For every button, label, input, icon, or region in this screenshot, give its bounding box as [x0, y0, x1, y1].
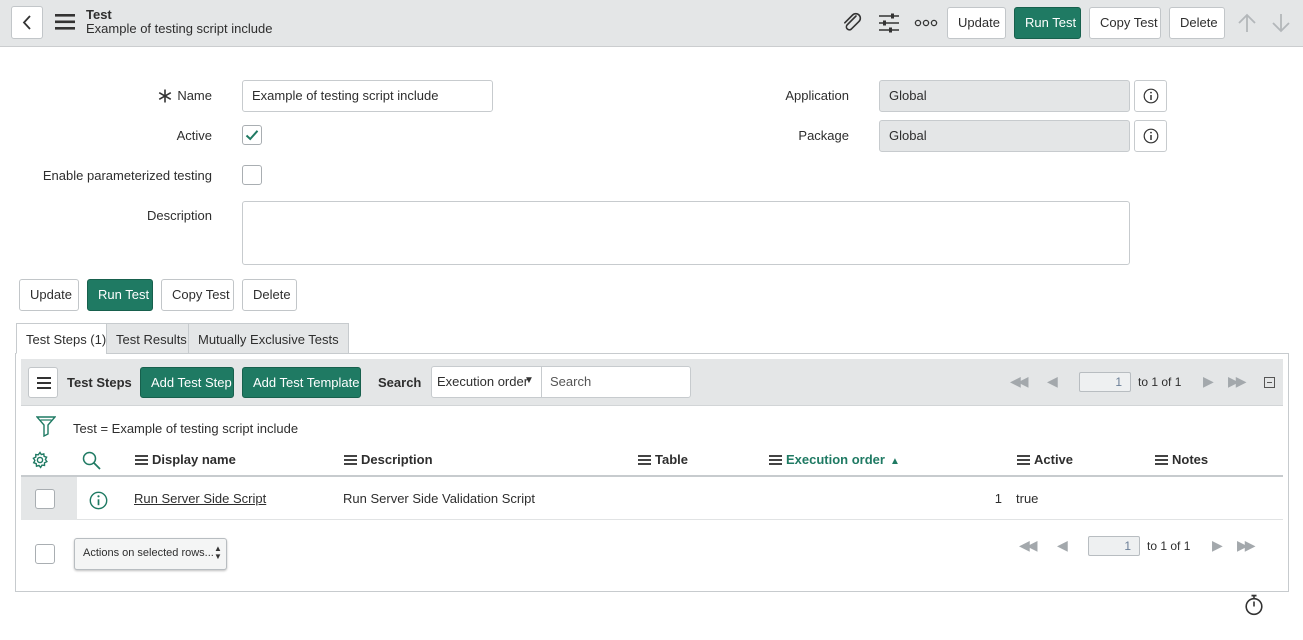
- previous-page-icon[interactable]: ◀: [1047, 373, 1058, 390]
- footer-first-page-icon[interactable]: ◀◀: [1019, 537, 1037, 554]
- package-info-button[interactable]: [1134, 120, 1167, 152]
- active-label: Active: [176, 128, 212, 143]
- column-menu-icon[interactable]: [135, 455, 148, 465]
- select-all-checkbox[interactable]: [35, 544, 55, 564]
- attachment-icon[interactable]: [840, 11, 864, 35]
- arrow-up-icon[interactable]: [1236, 12, 1258, 34]
- package-label: Package: [798, 128, 849, 143]
- info-icon: [1143, 128, 1159, 144]
- column-header-active[interactable]: Active: [1017, 452, 1073, 467]
- back-button[interactable]: [11, 6, 43, 39]
- preview-info-icon[interactable]: [89, 491, 108, 510]
- search-field-value: Execution order: [437, 374, 529, 389]
- search-field-select[interactable]: Execution order ▼: [431, 366, 542, 398]
- column-menu-icon[interactable]: [1017, 455, 1030, 465]
- row-active: true: [1016, 491, 1039, 506]
- actions-select-value: Actions on selected rows...: [83, 547, 214, 559]
- column-label: Execution order: [786, 452, 885, 467]
- row-execution-order: 1: [994, 491, 1002, 506]
- record-type-title: Test: [86, 7, 112, 22]
- application-info-button[interactable]: [1134, 80, 1167, 112]
- footer-page-range-text: to 1 of 1: [1147, 539, 1191, 553]
- first-page-icon[interactable]: ◀◀: [1010, 373, 1028, 390]
- list-menu-button[interactable]: [28, 367, 58, 398]
- tab-test-steps[interactable]: Test Steps (1): [16, 323, 117, 354]
- column-header-notes[interactable]: Notes: [1155, 452, 1208, 467]
- column-label: Notes: [1172, 452, 1209, 467]
- column-menu-icon[interactable]: [344, 455, 357, 465]
- stopwatch-icon[interactable]: [1244, 594, 1264, 616]
- search-icon[interactable]: [82, 451, 101, 470]
- column-label: Table: [655, 452, 688, 467]
- parameterized-checkbox[interactable]: [242, 165, 262, 185]
- column-header-table[interactable]: Table: [638, 452, 688, 467]
- back-icon: [22, 15, 31, 30]
- tab-test-results[interactable]: Test Results: [106, 323, 197, 354]
- description-label: Description: [146, 208, 212, 223]
- column-header-display-name[interactable]: Display name: [135, 452, 236, 467]
- search-label: Search: [378, 375, 422, 390]
- footer-next-page-icon[interactable]: ▶: [1212, 537, 1223, 554]
- column-label: Active: [1034, 452, 1074, 467]
- row-display-name-link[interactable]: Run Server Side Script: [134, 491, 266, 506]
- row-checkbox[interactable]: [35, 489, 55, 509]
- package-field: Global: [879, 120, 1130, 152]
- sort-ascending-icon: ▲: [889, 456, 900, 467]
- application-field: Global: [879, 80, 1130, 112]
- add-test-template-button[interactable]: Add Test Template: [242, 367, 361, 398]
- description-textarea[interactable]: [242, 201, 1130, 265]
- arrow-down-icon[interactable]: [1270, 12, 1292, 34]
- form-run-test-button[interactable]: Run Test: [87, 279, 153, 311]
- column-menu-icon[interactable]: [769, 455, 782, 465]
- footer-page-number-input[interactable]: 1: [1088, 536, 1140, 556]
- settings-sliders-icon[interactable]: [877, 11, 901, 35]
- checkmark-icon: [245, 130, 259, 141]
- select-arrows-icon: ▲ ▼: [214, 544, 222, 561]
- filter-breadcrumb[interactable]: Test = Example of testing script include: [73, 421, 298, 436]
- next-page-icon[interactable]: ▶: [1203, 373, 1214, 390]
- footer-previous-page-icon[interactable]: ◀: [1057, 537, 1068, 554]
- header-copy-test-button[interactable]: Copy Test: [1089, 7, 1161, 39]
- column-menu-icon[interactable]: [1155, 455, 1168, 465]
- info-icon: [1143, 88, 1159, 104]
- header-delete-button[interactable]: Delete: [1169, 7, 1225, 39]
- form-copy-test-button[interactable]: Copy Test: [161, 279, 234, 311]
- header-run-test-button[interactable]: Run Test: [1014, 7, 1081, 39]
- name-label: Name: [177, 88, 212, 103]
- filter-icon[interactable]: [36, 415, 56, 437]
- column-header-execution-order[interactable]: Execution order ▲: [769, 452, 900, 467]
- form-update-button[interactable]: Update: [19, 279, 79, 311]
- collapse-icon[interactable]: [1264, 377, 1275, 388]
- add-test-step-button[interactable]: Add Test Step: [140, 367, 234, 398]
- page-range-text: to 1 of 1: [1138, 375, 1182, 389]
- search-placeholder: Search: [550, 374, 592, 389]
- column-label: Display name: [152, 452, 236, 467]
- application-label: Application: [785, 88, 849, 103]
- name-field[interactable]: Example of testing script include: [242, 80, 493, 112]
- last-page-icon[interactable]: ▶▶: [1228, 373, 1246, 390]
- actions-select[interactable]: Actions on selected rows... ▲ ▼: [74, 538, 227, 570]
- footer-last-page-icon[interactable]: ▶▶: [1237, 537, 1255, 554]
- header-update-button[interactable]: Update: [947, 7, 1006, 39]
- row-description: Run Server Side Validation Script: [343, 491, 535, 506]
- menu-icon: [37, 377, 51, 389]
- record-display-value: Example of testing script include: [86, 21, 273, 36]
- column-header-description[interactable]: Description: [344, 452, 433, 467]
- search-input[interactable]: Search: [541, 366, 691, 398]
- column-label: Description: [361, 452, 433, 467]
- page-number-input[interactable]: 1: [1079, 372, 1131, 392]
- form-delete-button[interactable]: Delete: [242, 279, 297, 311]
- column-menu-icon[interactable]: [638, 455, 651, 465]
- more-icon[interactable]: [914, 17, 938, 29]
- parameterized-label: Enable parameterized testing: [42, 168, 212, 183]
- menu-icon[interactable]: [54, 13, 76, 31]
- table-row: Run Server Side Script Run Server Side V…: [21, 477, 1283, 520]
- tab-mutually-exclusive-tests[interactable]: Mutually Exclusive Tests: [188, 323, 349, 354]
- gear-icon[interactable]: [31, 451, 49, 469]
- caret-down-icon: ▼: [524, 375, 534, 386]
- active-checkbox[interactable]: [242, 125, 262, 145]
- related-list-title: Test Steps: [67, 375, 132, 390]
